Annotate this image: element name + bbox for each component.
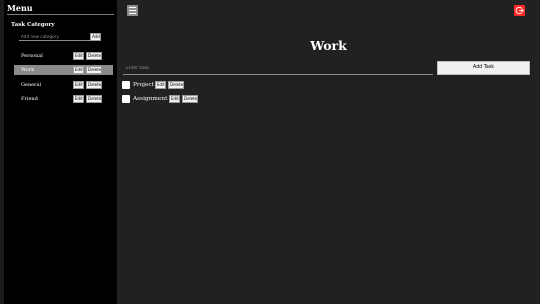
category-heading: Task Category xyxy=(11,22,55,28)
delete-category-button[interactable]: Delete xyxy=(86,81,102,89)
category-label: Personal xyxy=(21,53,43,59)
task-input[interactable] xyxy=(123,63,433,75)
logout-button[interactable] xyxy=(514,5,525,16)
edit-category-button[interactable]: Edit xyxy=(73,95,84,103)
delete-task-button[interactable]: Delete xyxy=(168,81,184,89)
delete-category-button[interactable]: Delete xyxy=(86,95,102,103)
delete-category-button[interactable]: Delete xyxy=(86,52,102,60)
task-label: Project xyxy=(133,82,154,88)
app-root: Menu Task Category Add Personal Edit Del… xyxy=(0,0,540,304)
edit-category-button[interactable]: Edit xyxy=(73,66,84,74)
edit-task-button[interactable]: Edit xyxy=(169,95,180,103)
category-item-personal[interactable]: Personal Edit Delete xyxy=(14,51,113,61)
menu-toggle-button[interactable] xyxy=(127,5,138,16)
sidebar-title: Menu xyxy=(7,3,33,13)
task-item: Project Edit Delete xyxy=(122,81,192,91)
add-category-button[interactable]: Add xyxy=(90,33,101,41)
delete-task-button[interactable]: Delete xyxy=(182,95,198,103)
sidebar: Menu Task Category Add Personal Edit Del… xyxy=(4,0,117,304)
task-label: Assignment xyxy=(133,96,168,102)
delete-category-button[interactable]: Delete xyxy=(86,66,102,74)
add-task-button[interactable]: Add Task xyxy=(437,61,530,75)
category-label: Friend xyxy=(21,96,38,102)
category-item-work[interactable]: Work Edit Delete xyxy=(14,65,113,75)
page-title: Work xyxy=(310,38,347,53)
edit-category-button[interactable]: Edit xyxy=(73,81,84,89)
category-item-general[interactable]: General Edit Delete xyxy=(14,80,113,90)
task-item: Assignment Edit Delete xyxy=(122,95,202,105)
task-checkbox[interactable] xyxy=(122,81,130,89)
logout-icon xyxy=(515,6,524,15)
category-item-friend[interactable]: Friend Edit Delete xyxy=(14,94,113,104)
edit-category-button[interactable]: Edit xyxy=(73,52,84,60)
category-label: General xyxy=(21,82,42,88)
edit-task-button[interactable]: Edit xyxy=(155,81,166,89)
category-label: Work xyxy=(21,67,35,73)
task-checkbox[interactable] xyxy=(122,95,130,103)
new-category-input[interactable] xyxy=(19,33,90,41)
sidebar-divider xyxy=(7,14,114,15)
hamburger-icon xyxy=(129,7,136,14)
